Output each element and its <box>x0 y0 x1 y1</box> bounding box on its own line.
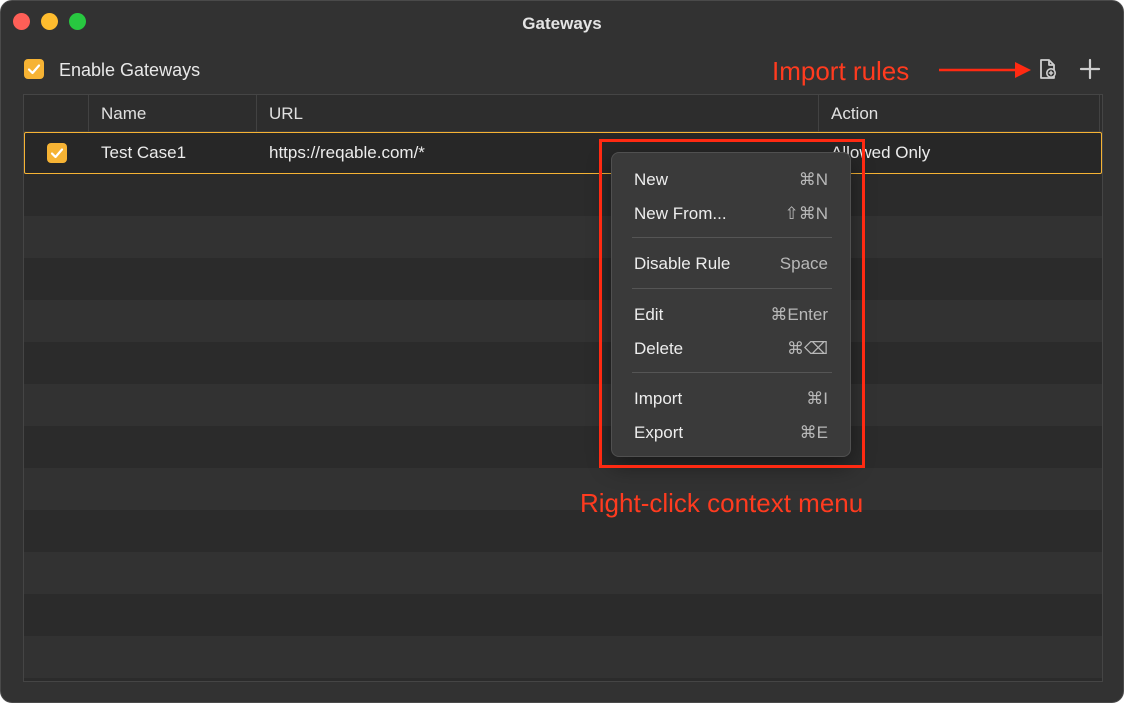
context-menu-highlight-box <box>599 139 865 468</box>
gateways-window: Gateways Enable Gateways Import rules Na… <box>0 0 1124 703</box>
empty-row <box>24 258 1102 300</box>
column-header-action[interactable]: Action <box>818 95 1100 132</box>
empty-row <box>24 384 1102 426</box>
window-title: Gateways <box>522 14 602 33</box>
annotation-arrow-icon <box>939 62 1031 78</box>
gateways-table: Name URL Action Test Case1 https://reqab… <box>23 94 1103 682</box>
empty-row <box>24 510 1102 552</box>
row-url: https://reqable.com/* <box>269 143 425 162</box>
checkmark-icon <box>50 148 64 159</box>
import-button[interactable] <box>1036 57 1060 81</box>
empty-row <box>24 342 1102 384</box>
empty-row <box>24 594 1102 636</box>
enable-gateways-checkbox[interactable] <box>24 59 44 79</box>
row-name: Test Case1 <box>101 143 187 162</box>
empty-row <box>24 552 1102 594</box>
empty-row <box>24 636 1102 678</box>
add-gateway-button[interactable] <box>1078 57 1102 81</box>
plus-icon <box>1079 58 1101 80</box>
column-header-name[interactable]: Name <box>88 95 256 132</box>
document-import-icon <box>1040 59 1056 79</box>
empty-row <box>24 174 1102 216</box>
empty-row <box>24 300 1102 342</box>
table-row[interactable]: Test Case1 https://reqable.com/* Allowed… <box>24 132 1102 174</box>
row-enabled-checkbox[interactable] <box>47 143 67 163</box>
column-header-enabled[interactable] <box>24 95 88 132</box>
import-rules-annotation: Import rules <box>772 56 910 86</box>
empty-row <box>24 468 1102 510</box>
empty-row <box>24 426 1102 468</box>
table-header: Name URL Action <box>24 95 1102 132</box>
checkmark-icon <box>27 64 41 75</box>
column-header-url[interactable]: URL <box>256 95 818 132</box>
title-bar: Gateways <box>1 1 1123 45</box>
context-menu-annotation: Right-click context menu <box>580 488 864 518</box>
enable-gateways-label: Enable Gateways <box>59 60 201 80</box>
empty-row <box>24 216 1102 258</box>
